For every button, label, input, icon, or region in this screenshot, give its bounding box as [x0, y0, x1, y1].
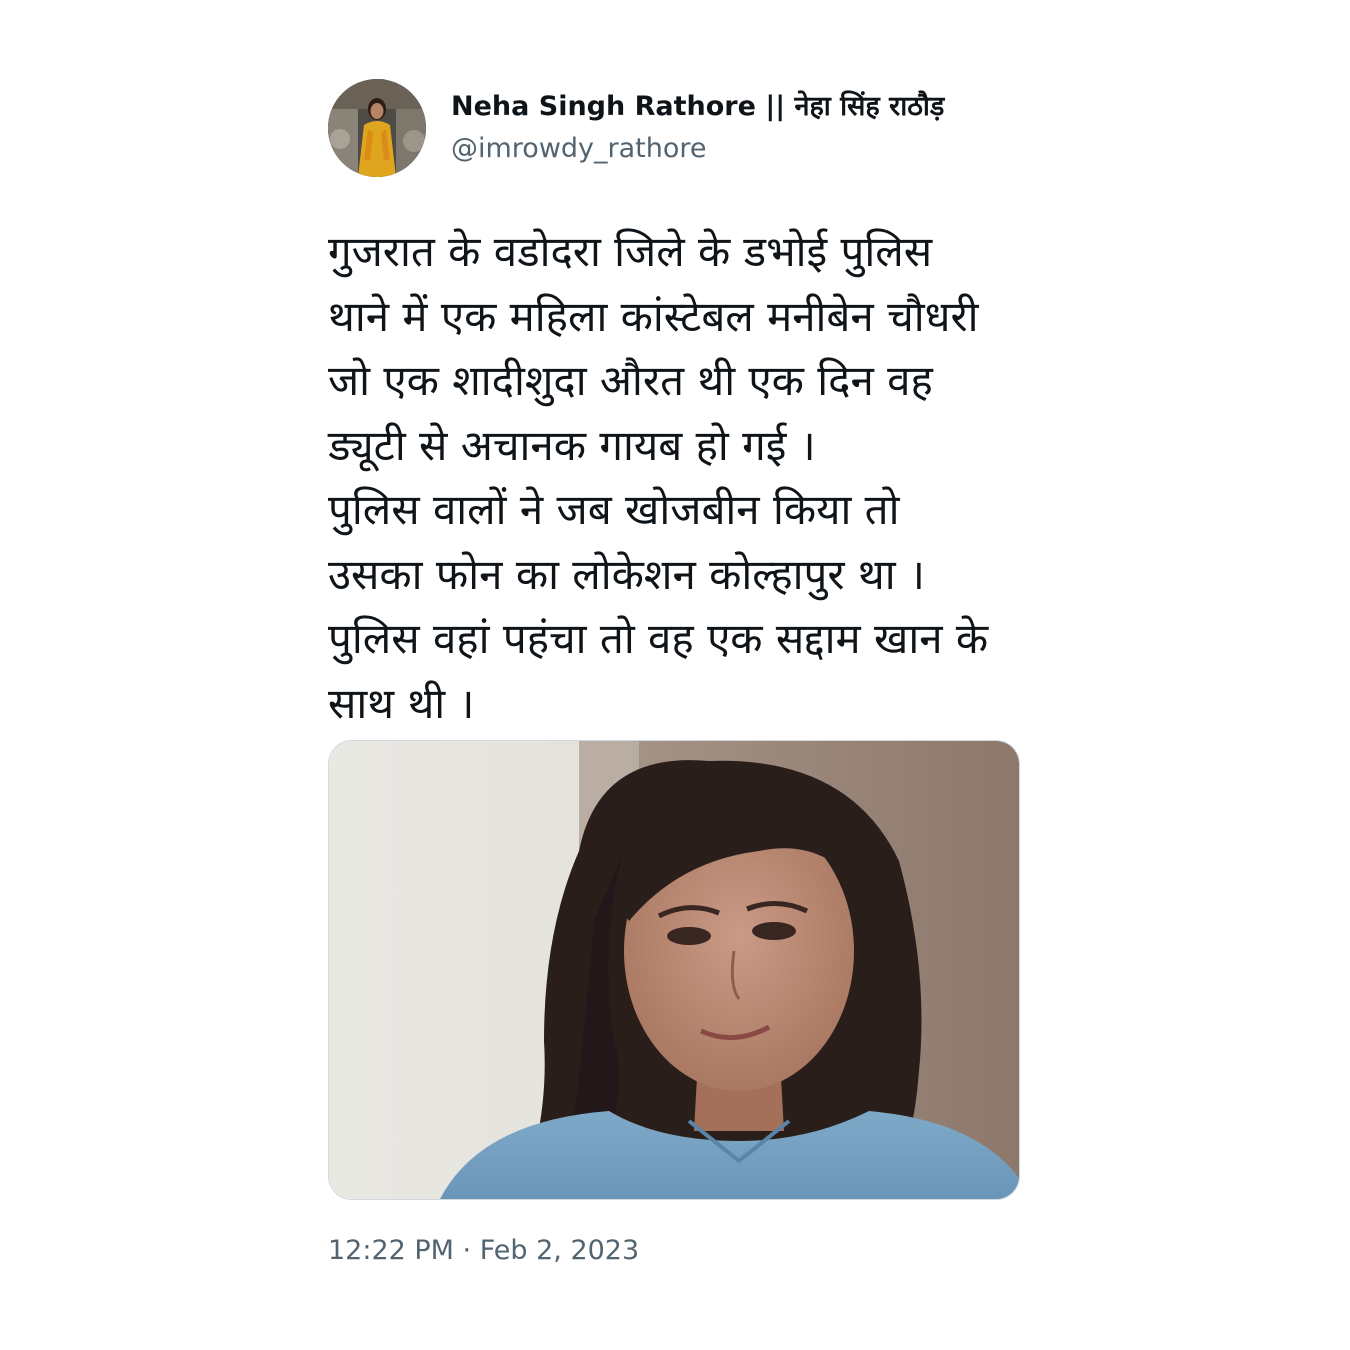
- author-handle[interactable]: @imrowdy_rathore: [451, 131, 944, 167]
- tweet-text: गुजरात के वडोदरा जिले के डभोई पुलिस थाने…: [328, 220, 1028, 736]
- author-display-name[interactable]: Neha Singh Rathore || नेहा सिंह राठौड़: [451, 89, 944, 125]
- tweet-text-line: पुलिस वालों ने जब खोजबीन किया तो: [328, 485, 900, 534]
- tweet-text-line: ड्यूटी से अचानक गायब हो गई ।: [328, 420, 816, 470]
- tweet-text-line: जो एक शादीशुदा औरत थी एक दिन वह: [328, 356, 933, 405]
- author-names: Neha Singh Rathore || नेहा सिंह राठौड़ @…: [451, 89, 944, 167]
- tweet-media-photo[interactable]: [328, 740, 1020, 1200]
- tweet-card: Neha Singh Rathore || नेहा सिंह राठौड़ @…: [328, 78, 1022, 1266]
- tweet-text-line: थाने में एक महिला कांस्टेबल मनीबेन चौधरी: [328, 291, 979, 341]
- tweet-text-line: उसका फोन का लोकेशन कोल्हापुर था ।: [328, 549, 925, 599]
- tweet-text-line: पुलिस वहां पहंचा तो वह एक सद्दाम खान के: [328, 614, 989, 663]
- tweet-text-line: साथ थी ।: [328, 678, 475, 728]
- author-avatar[interactable]: [328, 79, 426, 177]
- tweet-header: Neha Singh Rathore || नेहा सिंह राठौड़ @…: [328, 78, 1022, 178]
- portrait-photo-icon: [329, 741, 1019, 1199]
- tweet-timestamp[interactable]: 12:22 PM · Feb 2, 2023: [328, 1233, 639, 1269]
- avatar-photo-icon: [328, 79, 426, 177]
- tweet-text-line: गुजरात के वडोदरा जिले के डभोई पुलिस: [328, 227, 933, 276]
